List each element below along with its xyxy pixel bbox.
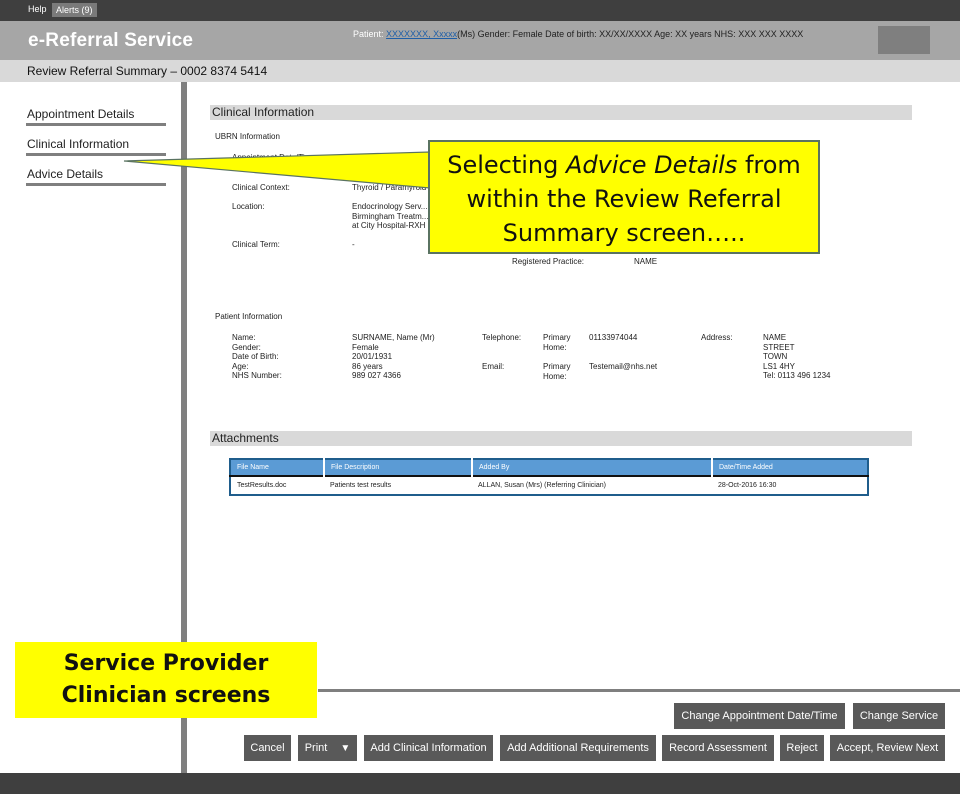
nav-advice-details[interactable]: Advice Details xyxy=(26,164,166,186)
address-value: NAME STREET TOWN LS1 4HY Tel: 0113 496 1… xyxy=(763,333,830,381)
cell-file-name[interactable]: TestResults.doc xyxy=(230,475,324,495)
nhs-logo-placeholder xyxy=(878,26,930,54)
address-line: LS1 4HY xyxy=(763,361,796,371)
footer-bar xyxy=(0,773,960,794)
table-header-row: File Name File Description Added By Date… xyxy=(230,459,868,476)
column-file-name: File Name xyxy=(230,459,325,476)
add-additional-requirements-button[interactable]: Add Additional Requirements xyxy=(500,735,656,761)
address-line: TOWN xyxy=(763,352,788,361)
clinical-term-value: - xyxy=(352,240,355,249)
nav-clinical-information[interactable]: Clinical Information xyxy=(26,134,166,156)
page-title: Review Referral Summary – 0002 8374 5414 xyxy=(27,64,268,78)
nav-appointment-details[interactable]: Appointment Details xyxy=(26,104,166,126)
cancel-button[interactable]: Cancel xyxy=(244,735,291,761)
ubrn-heading: UBRN Information xyxy=(215,132,280,141)
patient-labels: Name: Gender: Date of Birth: Age: NHS Nu… xyxy=(232,333,282,381)
chevron-down-icon: ▼ xyxy=(340,743,351,754)
change-service-button[interactable]: Change Service xyxy=(853,703,945,729)
patient-label: Patient: xyxy=(353,29,384,39)
app-title: e-Referral Service xyxy=(28,30,194,51)
column-added-by: Added By xyxy=(472,459,713,476)
clinical-context-label: Clinical Context: xyxy=(232,183,290,192)
gender-label: Gender: xyxy=(232,342,261,352)
cell-file-description: Patients test results xyxy=(324,475,472,495)
cell-date-added: 28-Oct-2016 16:30 xyxy=(712,475,868,495)
column-file-description: File Description xyxy=(324,459,473,476)
help-link[interactable]: Help xyxy=(28,4,47,14)
nhs-number-value: 989 027 4366 xyxy=(352,371,401,380)
print-label: Print xyxy=(304,742,328,754)
address-line: NAME xyxy=(763,333,787,342)
patient-name-link[interactable]: XXXXXXX, Xxxxx xyxy=(386,29,457,39)
actions-divider xyxy=(318,689,960,692)
address-line: Tel: 0113 496 1234 xyxy=(763,371,831,380)
telephone-type: Primary Home: xyxy=(543,333,571,352)
dob-label: Date of Birth: xyxy=(232,352,279,361)
age-label: Age: xyxy=(232,361,249,371)
annotation-label: Service Provider Clinician screens xyxy=(15,642,317,718)
annotation-callout: Selecting Advice Details from within the… xyxy=(428,140,820,254)
clinical-term-label: Clinical Term: xyxy=(232,240,280,249)
dob-value: 20/01/1931 xyxy=(352,352,393,361)
patient-values: SURNAME, Name (Mr) Female 20/01/1931 86 … xyxy=(352,333,435,381)
add-clinical-information-button[interactable]: Add Clinical Information xyxy=(364,735,493,761)
clinical-information-heading: Clinical Information xyxy=(210,105,912,120)
clinical-context-value: Thyroid / Paramyroid xyxy=(352,183,427,192)
address-line: STREET xyxy=(763,342,795,352)
record-assessment-button[interactable]: Record Assessment xyxy=(662,735,774,761)
top-bar: Help Alerts (9) xyxy=(0,0,960,21)
telephone-value: 01133974044 xyxy=(589,333,638,342)
attachments-heading: Attachments xyxy=(210,431,912,446)
table-row[interactable]: TestResults.doc Patients test results AL… xyxy=(230,475,868,495)
name-label: Name: xyxy=(232,333,256,342)
registered-practice-label: Registered Practice: xyxy=(512,257,585,266)
email-label: Email: xyxy=(482,362,505,371)
change-appointment-button[interactable]: Change Appointment Date/Time xyxy=(674,703,845,729)
page-title-bar: Review Referral Summary – 0002 8374 5414 xyxy=(0,60,960,82)
telephone-label: Telephone: xyxy=(482,333,522,342)
patient-details: (Ms) Gender: Female Date of birth: XX/XX… xyxy=(457,29,804,39)
location-label: Location: xyxy=(232,202,265,211)
appointment-datetime-value: Wed 01-Feb-2017 1... xyxy=(352,153,430,162)
age-value: 86 years xyxy=(352,361,383,371)
side-nav: Appointment Details Clinical Information… xyxy=(26,104,166,194)
email-type: Primary Home: xyxy=(543,362,571,381)
location-value: Endocrinology Serv... Birmingham Treatm.… xyxy=(352,202,429,230)
registered-practice-value: NAME xyxy=(634,257,658,266)
callout-text-emphasis: Advice Details xyxy=(565,151,738,179)
name-value: SURNAME, Name (Mr) xyxy=(352,333,435,342)
email-value: Testemail@nhs.net xyxy=(589,362,658,371)
alerts-button[interactable]: Alerts (9) xyxy=(52,3,97,17)
appointment-datetime-label: Appointment Date/Time: xyxy=(232,153,318,162)
app-header: e-Referral Service Patient: XXXXXXX, Xxx… xyxy=(0,21,960,60)
patient-information-heading: Patient Information xyxy=(215,312,283,321)
cell-added-by: ALLAN, Susan (Mrs) (Referring Clinician) xyxy=(472,475,712,495)
nhs-number-label: NHS Number: xyxy=(232,371,282,380)
column-date-added: Date/Time Added xyxy=(712,459,868,476)
print-button[interactable]: Print ▼ xyxy=(298,735,357,761)
attachments-table: File Name File Description Added By Date… xyxy=(229,458,869,496)
patient-banner: Patient: XXXXXXX, Xxxxx(Ms) Gender: Fema… xyxy=(353,29,803,39)
accept-review-next-button[interactable]: Accept, Review Next xyxy=(830,735,945,761)
reject-button[interactable]: Reject xyxy=(780,735,824,761)
address-label: Address: xyxy=(701,333,733,342)
callout-text-pre: Selecting xyxy=(447,151,566,179)
gender-value: Female xyxy=(352,342,379,352)
